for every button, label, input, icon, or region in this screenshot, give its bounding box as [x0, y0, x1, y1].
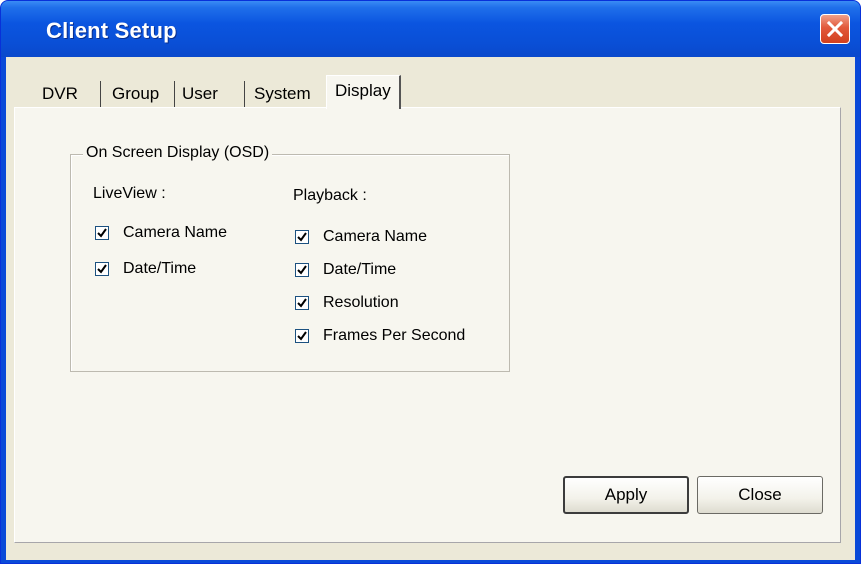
checkbox-label: Resolution — [323, 294, 399, 311]
liveview-date-time-checkbox[interactable]: Date/Time — [95, 259, 196, 279]
checkbox-label: Date/Time — [123, 260, 197, 277]
checkbox-label: Camera Name — [323, 228, 428, 245]
tab-display[interactable]: Display — [326, 75, 401, 109]
liveview-camera-name-checkbox[interactable]: Camera Name — [95, 223, 227, 243]
title-bar[interactable]: Client Setup — [1, 1, 860, 57]
playback-label: Playback : — [293, 187, 367, 204]
checkbox[interactable] — [295, 230, 309, 244]
checkbox[interactable] — [295, 263, 309, 277]
tab-system[interactable]: System — [254, 81, 311, 107]
tab-separator — [100, 81, 101, 107]
tab-user[interactable]: User — [182, 81, 218, 107]
tab-separator — [244, 81, 245, 107]
checkbox[interactable] — [295, 329, 309, 343]
liveview-label: LiveView : — [93, 185, 166, 202]
playback-frames-per-second-checkbox[interactable]: Frames Per Second — [295, 326, 465, 346]
checkbox[interactable] — [95, 262, 109, 276]
dialog-body: DVR Group User System Display On Screen … — [6, 57, 855, 560]
display-tab-panel: On Screen Display (OSD) LiveView : Camer… — [14, 107, 841, 543]
close-window-button[interactable] — [820, 14, 850, 44]
checkmark-icon — [297, 232, 307, 242]
checkmark-icon — [297, 298, 307, 308]
checkmark-icon — [97, 264, 107, 274]
tab-group[interactable]: Group — [112, 81, 159, 107]
window-title: Client Setup — [46, 18, 177, 43]
checkbox-label: Date/Time — [323, 261, 397, 278]
tab-separator — [174, 81, 175, 107]
playback-resolution-checkbox[interactable]: Resolution — [295, 293, 399, 313]
checkmark-icon — [97, 228, 107, 238]
playback-date-time-checkbox[interactable]: Date/Time — [295, 260, 396, 280]
osd-groupbox-title: On Screen Display (OSD) — [83, 144, 273, 162]
checkbox-label: Camera Name — [123, 224, 228, 241]
checkmark-icon — [297, 331, 307, 341]
client-setup-window: Client Setup DVR Group User System Displ… — [0, 0, 861, 564]
checkbox[interactable] — [95, 226, 109, 240]
osd-groupbox: On Screen Display (OSD) LiveView : Camer… — [70, 144, 510, 372]
checkmark-icon — [297, 265, 307, 275]
close-icon — [827, 21, 843, 37]
playback-camera-name-checkbox[interactable]: Camera Name — [295, 227, 427, 247]
close-button[interactable]: Close — [697, 476, 823, 514]
tab-dvr[interactable]: DVR — [42, 81, 78, 107]
checkbox[interactable] — [295, 296, 309, 310]
checkbox-label: Frames Per Second — [323, 327, 466, 344]
apply-button[interactable]: Apply — [563, 476, 689, 514]
